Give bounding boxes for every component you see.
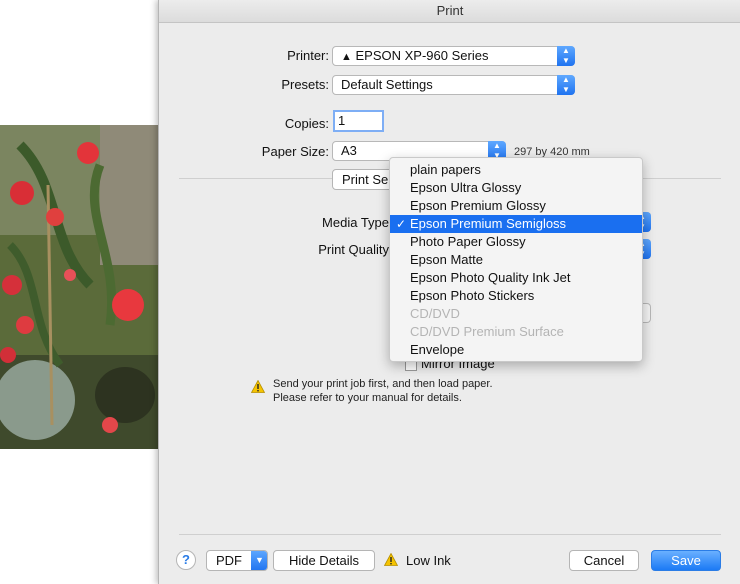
dialog-title: Print (159, 0, 740, 23)
ink-status: Low Ink (406, 553, 451, 568)
menu-item[interactable]: Epson Photo Quality Ink Jet (390, 269, 642, 287)
checkmark-icon: ✓ (396, 217, 407, 231)
copies-label: Copies: (284, 116, 329, 131)
presets-popup[interactable]: Default Settings ▲ ▼ (332, 75, 575, 95)
notice-line-1: Send your print job first, and then load… (273, 378, 493, 390)
menu-item-selected[interactable]: ✓ Epson Premium Semigloss (390, 215, 642, 233)
menu-item[interactable]: Epson Ultra Glossy (390, 179, 642, 197)
menu-item[interactable]: Epson Matte (390, 251, 642, 269)
presets-value: Default Settings (341, 77, 433, 92)
media-type-menu: plain papers Epson Ultra Glossy Epson Pr… (389, 157, 643, 362)
print-quality-label: Print Quality (318, 242, 389, 257)
pdf-label: PDF (216, 553, 242, 568)
save-button[interactable]: Save (651, 550, 721, 571)
notice-line-2: Please refer to your manual for details. (273, 392, 462, 404)
copies-input[interactable]: 1 (333, 110, 384, 132)
media-type-label: Media Type (322, 215, 389, 230)
paper-size-label: Paper Size: (261, 144, 329, 159)
warning-icon (251, 380, 265, 393)
menu-item[interactable]: Epson Photo Stickers (390, 287, 642, 305)
printer-value: EPSON XP-960 Series (355, 48, 489, 63)
chevron-updown-icon: ▲▼ (557, 75, 575, 95)
background-photo (0, 125, 158, 449)
menu-item-disabled: CD/DVD Premium Surface (410, 324, 564, 339)
hide-details-button[interactable]: Hide Details (273, 550, 375, 571)
cancel-button[interactable]: Cancel (569, 550, 639, 571)
menu-item[interactable]: Envelope (390, 341, 642, 359)
presets-label: Presets: (281, 77, 329, 92)
menu-item[interactable]: Photo Paper Glossy (390, 233, 642, 251)
menu-item-disabled: CD/DVD (410, 306, 460, 321)
warning-icon: ▲ (341, 51, 352, 63)
warning-icon (384, 553, 398, 566)
paper-size-value: A3 (341, 143, 357, 158)
chevron-down-icon: ▼ (251, 551, 267, 570)
footer-separator (179, 534, 721, 535)
printer-label: Printer: (287, 48, 329, 63)
pdf-button[interactable]: PDF ▼ (206, 550, 268, 571)
printer-popup[interactable]: ▲ EPSON XP-960 Series ▲ ▼ (332, 46, 575, 66)
help-button[interactable]: ? (176, 550, 196, 570)
chevron-updown-icon: ▲▼ (557, 46, 575, 66)
menu-item[interactable]: plain papers (390, 161, 642, 179)
menu-item[interactable]: Epson Premium Glossy (390, 197, 642, 215)
